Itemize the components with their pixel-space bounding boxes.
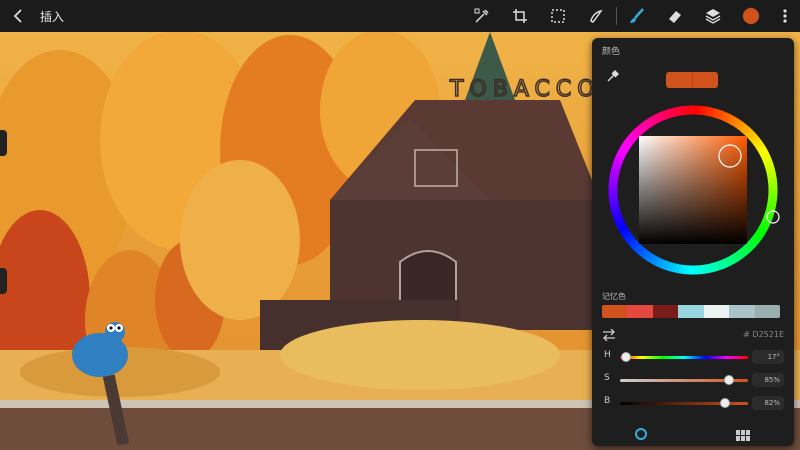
color-wheel[interactable] (592, 94, 794, 294)
color-panel-tabs (592, 420, 794, 446)
layers-icon[interactable] (694, 0, 732, 32)
hue-label: H (604, 350, 611, 360)
current-color-swatch[interactable] (666, 72, 718, 88)
opacity-handle[interactable] (0, 268, 7, 294)
barn-sign-text: TOBACCO (449, 77, 601, 102)
memory-color-swatch[interactable] (754, 305, 780, 318)
eraser-icon[interactable] (656, 0, 694, 32)
memory-colors-title: 记忆色 (602, 292, 626, 301)
insert-menu[interactable]: 插入 (40, 8, 64, 25)
back-arrow-icon[interactable] (0, 0, 36, 32)
current-color (666, 72, 692, 88)
hue-slider[interactable] (620, 356, 748, 359)
color-panel: 颜色 记忆色 # D2521E H 17° S 85% B 82% (592, 38, 794, 446)
color-swatch-icon[interactable] (732, 0, 770, 32)
previous-color (691, 72, 718, 88)
brightness-value[interactable]: 82% (752, 396, 784, 410)
hue-value[interactable]: 17° (752, 350, 784, 364)
hue-slider-knob[interactable] (621, 352, 632, 362)
toolbar-divider (616, 7, 617, 25)
smudge-icon[interactable] (577, 0, 615, 32)
saturation-label: S (604, 373, 610, 383)
memory-color-swatch[interactable] (678, 305, 704, 318)
color-panel-title: 颜色 (602, 47, 621, 57)
hue-slider-row: H 17° (602, 349, 784, 365)
saturation-brightness-square[interactable] (639, 136, 747, 244)
memory-color-swatch[interactable] (652, 305, 679, 318)
selection-icon[interactable] (539, 0, 577, 32)
adjust-wand-icon[interactable] (463, 0, 501, 32)
transform-crop-icon[interactable] (501, 0, 539, 32)
memory-color-swatch[interactable] (729, 305, 755, 318)
brightness-label: B (604, 396, 611, 406)
saturation-value[interactable]: 85% (752, 373, 784, 387)
more-menu-icon[interactable] (770, 0, 800, 32)
brush-size-handle[interactable] (0, 130, 7, 156)
palettes-tab-icon[interactable] (736, 427, 750, 446)
saturation-slider-knob[interactable] (723, 375, 734, 385)
memory-color-swatch[interactable] (703, 305, 730, 318)
hex-value[interactable]: # D2521E (743, 330, 784, 339)
memory-color-swatch[interactable] (602, 305, 628, 318)
brightness-slider-row: B 82% (602, 395, 784, 411)
brightness-slider-knob[interactable] (719, 398, 730, 408)
brush-icon[interactable] (618, 0, 656, 32)
top-toolbar: 插入 (0, 0, 800, 32)
swap-arrows-icon[interactable] (602, 326, 616, 345)
disc-tab-icon[interactable] (634, 426, 648, 445)
memory-palette (602, 305, 780, 318)
memory-color-swatch[interactable] (627, 305, 653, 318)
eyedropper-icon[interactable] (606, 68, 620, 87)
saturation-slider-row: S 85% (602, 372, 784, 388)
